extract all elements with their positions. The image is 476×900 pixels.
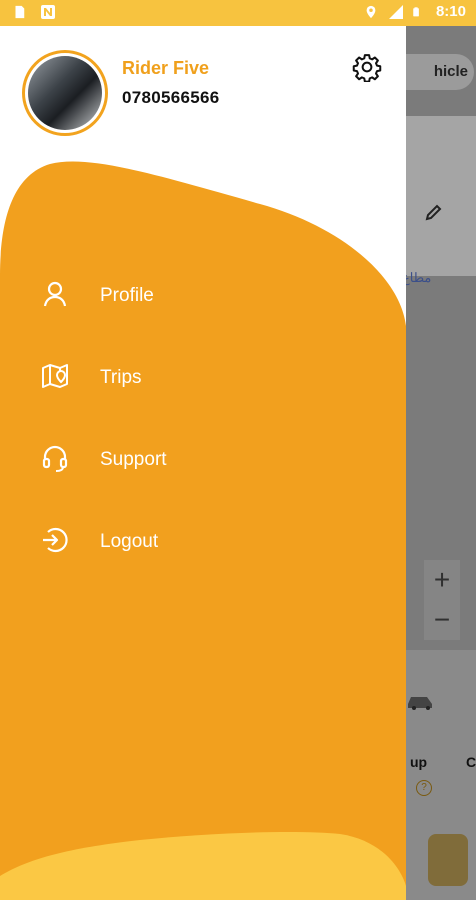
battery-icon (412, 4, 428, 20)
menu-label-trips: Trips (100, 367, 142, 388)
map-label: مطاع (406, 270, 432, 285)
car-icon (406, 690, 436, 710)
n-app-icon (40, 4, 56, 20)
pencil-icon[interactable] (424, 202, 444, 222)
user-phone: 0780566566 (122, 88, 220, 107)
sd-card-icon (12, 4, 28, 20)
vehicle-option-label-2[interactable]: C (466, 754, 476, 770)
menu-item-trips[interactable]: Trips (40, 358, 360, 398)
status-bar: 8:10 (0, 0, 476, 26)
user-name: Rider Five (122, 58, 210, 78)
settings-gear-icon[interactable] (352, 52, 382, 83)
vehicle-option-label[interactable]: up (410, 754, 427, 770)
menu-label-support: Support (100, 449, 167, 470)
menu-label-logout: Logout (100, 531, 159, 552)
signal-icon (388, 4, 404, 20)
help-icon[interactable]: ? (416, 780, 432, 796)
zoom-out-button[interactable]: − (424, 600, 460, 640)
avatar-photo (28, 56, 102, 130)
map-background: hicle مطاع + − up C ? (406, 26, 476, 900)
zoom-in-button[interactable]: + (424, 560, 460, 600)
confirm-button[interactable] (428, 834, 468, 886)
destination-card (406, 116, 476, 276)
location-icon (364, 4, 380, 20)
person-icon (40, 279, 70, 314)
avatar[interactable] (22, 50, 108, 136)
status-time: 8:10 (435, 3, 466, 20)
menu-item-support[interactable]: Support (40, 440, 360, 480)
vehicle-chip[interactable]: hicle (406, 54, 474, 90)
menu-item-logout[interactable]: Logout (40, 522, 360, 562)
logout-icon (40, 525, 70, 560)
menu-label-profile: Profile (100, 285, 154, 306)
menu-item-profile[interactable]: Profile (40, 276, 360, 316)
map-pin-icon (40, 361, 70, 396)
navigation-drawer: Rider Five 0780566566 Profile Trips Supp… (0, 26, 406, 900)
zoom-controls: + − (424, 560, 460, 640)
headset-icon (40, 443, 70, 478)
